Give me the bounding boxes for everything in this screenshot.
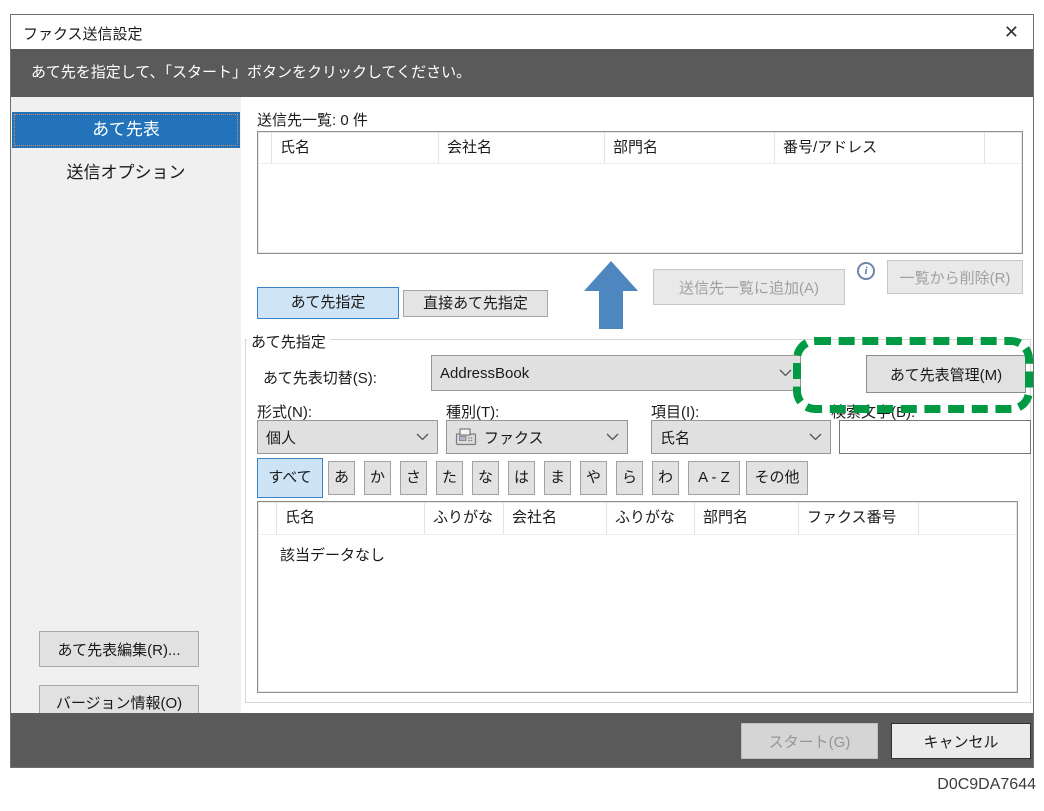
column-blank: [258, 502, 277, 534]
address-list-header: 氏名 ふりがな 会社名 ふりがな 部門名 ファクス番号: [258, 502, 1017, 535]
format-combobox[interactable]: 個人: [257, 420, 438, 454]
addressbook-switch-label: あて先表切替(S):: [263, 367, 377, 388]
type-value: ファクス: [484, 427, 606, 448]
start-button[interactable]: スタート(G): [741, 723, 878, 759]
column-name: 氏名: [277, 502, 425, 534]
destination-list[interactable]: 氏名 会社名 部門名 番号/アドレス: [257, 131, 1023, 254]
column-department: 部門名: [695, 502, 799, 534]
filter-na-button[interactable]: な: [472, 461, 499, 495]
filter-az-button[interactable]: A - Z: [688, 461, 740, 495]
screenshot-page: ファクス送信設定 ✕ あて先を指定して、「スタート」ボタンをクリックしてください…: [0, 0, 1044, 811]
column-company: 会社名: [504, 502, 607, 534]
chevron-down-icon: [606, 433, 619, 441]
item-label: 項目(I):: [651, 401, 699, 422]
fax-icon: [455, 427, 477, 447]
up-arrow-icon: [584, 261, 638, 329]
document-code: D0C9DA7644: [937, 776, 1036, 794]
sidebar: あて先表 送信オプション あて先表編集(R)... バージョン情報(O) ヘルプ…: [11, 97, 241, 713]
no-data-text: 該当データなし: [280, 544, 385, 565]
column-company: 会社名: [439, 132, 605, 163]
column-name-kana: ふりがな: [425, 502, 504, 534]
type-combobox[interactable]: ファクス: [446, 420, 628, 454]
up-arrow-head: [584, 261, 638, 291]
filter-ha-button[interactable]: は: [508, 461, 535, 495]
footer-bar: スタート(G) キャンセル: [11, 713, 1033, 767]
filter-ra-button[interactable]: ら: [616, 461, 643, 495]
column-rest: [985, 132, 1022, 163]
edit-address-book-button[interactable]: あて先表編集(R)...: [39, 631, 199, 667]
instruction-text: あて先を指定して、「スタート」ボタンをクリックしてください。: [31, 49, 471, 97]
sidebar-item-send-options[interactable]: 送信オプション: [12, 158, 240, 188]
instruction-bar: あて先を指定して、「スタート」ボタンをクリックしてください。: [11, 49, 1033, 97]
addressbook-combobox[interactable]: AddressBook: [431, 355, 801, 391]
type-label: 種別(T):: [446, 401, 499, 422]
filter-ma-button[interactable]: ま: [544, 461, 571, 495]
addressbook-value: AddressBook: [440, 365, 779, 382]
column-rest: [919, 502, 1017, 534]
search-text-label: 検索文字(B):: [831, 401, 915, 422]
chevron-down-icon: [809, 433, 822, 441]
format-value: 個人: [266, 427, 416, 448]
destination-list-header: 氏名 会社名 部門名 番号/アドレス: [258, 132, 1022, 164]
chevron-down-icon: [416, 433, 429, 441]
column-department: 部門名: [605, 132, 775, 163]
filter-wa-button[interactable]: わ: [652, 461, 679, 495]
filter-ka-button[interactable]: か: [364, 461, 391, 495]
tab-direct-destination[interactable]: 直接あて先指定: [403, 290, 548, 317]
info-icon: i: [857, 262, 875, 280]
title-bar: ファクス送信設定 ✕: [11, 15, 1033, 49]
close-icon[interactable]: ✕: [1004, 20, 1019, 44]
window-title: ファクス送信設定: [23, 23, 143, 44]
address-list[interactable]: 氏名 ふりがな 会社名 ふりがな 部門名 ファクス番号 該当データなし: [257, 501, 1018, 693]
item-value: 氏名: [660, 427, 809, 448]
search-text-input[interactable]: [839, 420, 1031, 454]
add-to-list-button[interactable]: 送信先一覧に追加(A): [653, 269, 845, 305]
fax-send-settings-dialog: ファクス送信設定 ✕ あて先を指定して、「スタート」ボタンをクリックしてください…: [10, 14, 1034, 768]
filter-sa-button[interactable]: さ: [400, 461, 427, 495]
filter-other-button[interactable]: その他: [746, 461, 808, 495]
up-arrow-shaft: [599, 291, 623, 329]
sidebar-item-address-list[interactable]: あて先表: [12, 112, 240, 148]
tab-destination-select[interactable]: あて先指定: [257, 287, 399, 319]
remove-from-list-button[interactable]: 一覧から削除(R): [887, 260, 1023, 294]
destination-count-label: 送信先一覧: 0 件: [257, 109, 368, 130]
item-combobox[interactable]: 氏名: [651, 420, 831, 454]
filter-ya-button[interactable]: や: [580, 461, 607, 495]
column-fax-number: ファクス番号: [799, 502, 919, 534]
filter-a-button[interactable]: あ: [328, 461, 355, 495]
column-name: 氏名: [272, 132, 439, 163]
chevron-down-icon: [779, 369, 792, 377]
filter-all-button[interactable]: すべて: [257, 458, 323, 498]
group-title: あて先指定: [247, 331, 330, 352]
cancel-button[interactable]: キャンセル: [891, 723, 1031, 759]
column-number-address: 番号/アドレス: [775, 132, 985, 163]
column-company-kana: ふりがな: [607, 502, 695, 534]
column-blank: [258, 132, 272, 163]
manage-address-book-button[interactable]: あて先表管理(M): [866, 355, 1026, 393]
filter-ta-button[interactable]: た: [436, 461, 463, 495]
format-label: 形式(N):: [257, 401, 312, 422]
